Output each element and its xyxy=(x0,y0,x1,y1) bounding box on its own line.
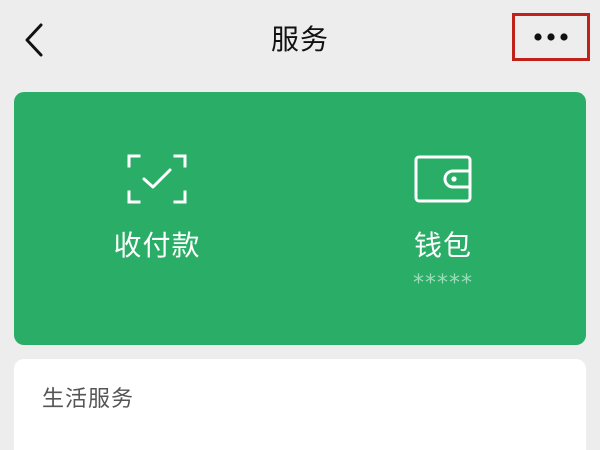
scan-pay-icon xyxy=(127,154,187,204)
more-horizontal-icon xyxy=(534,33,568,41)
wallet-button[interactable]: 钱包 ***** xyxy=(300,92,586,345)
pay-receive-button[interactable]: 收付款 xyxy=(14,92,300,345)
header: 服务 xyxy=(0,0,600,82)
pay-receive-label: 收付款 xyxy=(113,229,201,262)
life-services-card: 生活服务 xyxy=(14,359,586,450)
life-services-title: 生活服务 xyxy=(42,387,135,412)
page-title: 服务 xyxy=(270,23,329,56)
more-options-button[interactable] xyxy=(512,13,590,61)
wallet-icon xyxy=(414,155,472,203)
wallet-label: 钱包 xyxy=(413,229,472,262)
wallet-balance-masked: ***** xyxy=(413,271,473,296)
pay-wallet-card: 收付款 钱包 ***** xyxy=(14,92,586,345)
services-page: 服务 收付款 钱包 ***** 生活服务 xyxy=(0,0,600,450)
